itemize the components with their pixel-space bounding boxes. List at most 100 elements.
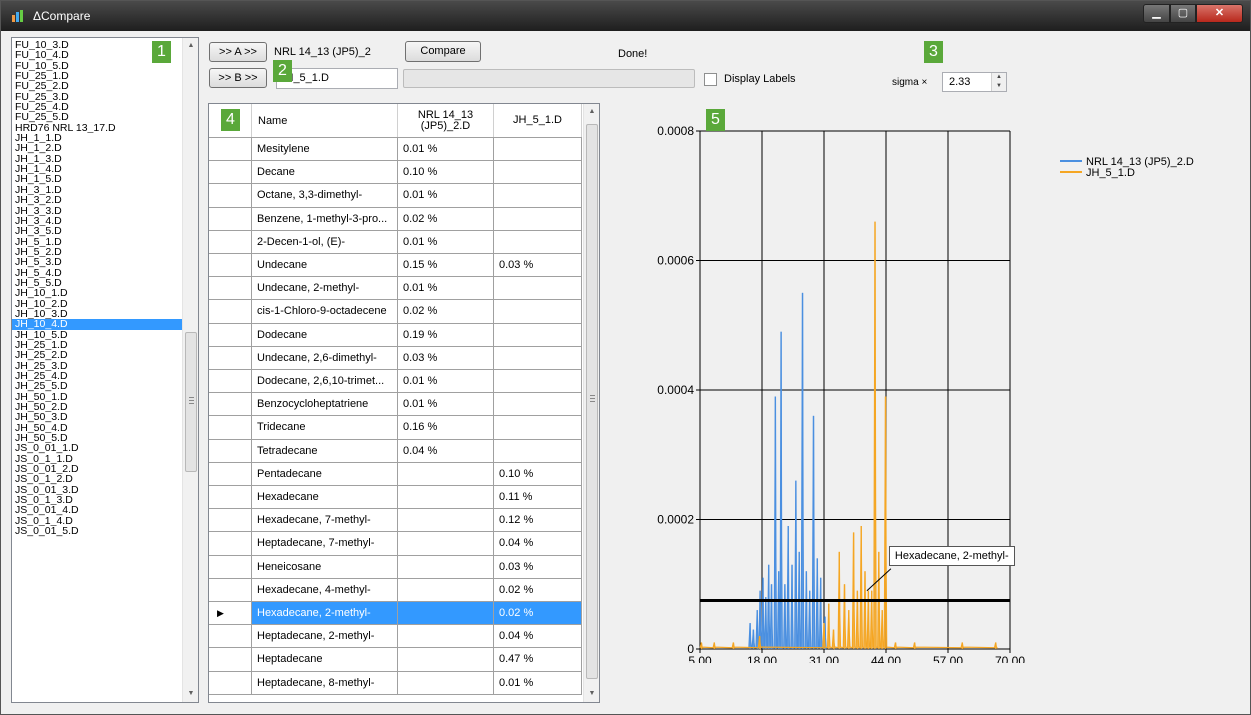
cell-name[interactable]: Pentadecane <box>252 462 398 486</box>
file-list-item[interactable]: JH_3_3.D <box>12 206 184 216</box>
table-row[interactable]: 2-Decen-1-ol, (E)- 0.01 % <box>209 230 582 254</box>
b-value-field[interactable]: JH_5_1.D <box>276 68 398 89</box>
file-list-item[interactable]: JS_0_01_5.D <box>12 526 184 536</box>
file-list-item[interactable]: JH_25_3.D <box>12 361 184 371</box>
cell-b-value[interactable]: 0.03 % <box>494 555 582 579</box>
file-list-item[interactable]: FU_25_4.D <box>12 102 184 112</box>
cell-b-value[interactable]: 0.11 % <box>494 486 582 510</box>
cell-name[interactable]: cis-1-Chloro-9-octadecene <box>252 300 398 324</box>
row-header[interactable] <box>209 509 252 533</box>
cell-name[interactable]: Octane, 3,3-dimethyl- <box>252 184 398 208</box>
table-row[interactable]: Undecane, 2,6-dimethyl- 0.03 % <box>209 346 582 370</box>
row-header[interactable] <box>209 671 252 695</box>
sigma-spin-buttons[interactable]: ▲ ▼ <box>991 73 1006 91</box>
cell-b-value[interactable] <box>494 207 582 231</box>
scroll-up-arrow-icon[interactable]: ▲ <box>183 38 198 54</box>
cell-a-value[interactable]: 0.01 % <box>398 370 494 394</box>
file-list-item[interactable]: JH_50_2.D <box>12 402 184 412</box>
file-listbox[interactable]: FU_10_3.D FU_10_4.D FU_10_5.D FU_25_1.D FU_2… <box>11 37 199 703</box>
table-row[interactable]: Decane 0.10 % <box>209 161 582 185</box>
cell-name[interactable]: Tridecane <box>252 416 398 440</box>
row-header[interactable] <box>209 462 252 486</box>
row-header[interactable]: ▶ <box>209 602 252 626</box>
cell-b-value[interactable]: 0.03 % <box>494 254 582 278</box>
cell-name[interactable]: Hexadecane, 7-methyl- <box>252 509 398 533</box>
row-header[interactable] <box>209 439 252 463</box>
row-header[interactable] <box>209 486 252 510</box>
cell-name[interactable]: Undecane, 2-methyl- <box>252 277 398 301</box>
spin-up-icon[interactable]: ▲ <box>992 73 1006 82</box>
sigma-value[interactable]: 2.33 <box>949 76 970 88</box>
cell-a-value[interactable]: 0.02 % <box>398 207 494 231</box>
cell-b-value[interactable]: 0.01 % <box>494 671 582 695</box>
cell-a-value[interactable] <box>398 486 494 510</box>
file-list-item[interactable]: JH_10_5.D <box>12 330 184 340</box>
row-header[interactable] <box>209 346 252 370</box>
file-list-item[interactable]: JH_3_4.D <box>12 216 184 226</box>
display-labels-checkbox[interactable] <box>704 73 717 86</box>
row-header[interactable] <box>209 532 252 556</box>
table-row[interactable]: Heptadecane, 7-methyl- 0.04 % <box>209 532 582 556</box>
cell-a-value[interactable] <box>398 671 494 695</box>
cell-b-value[interactable] <box>494 161 582 185</box>
file-list-item[interactable]: FU_25_1.D <box>12 71 184 81</box>
cell-a-value[interactable] <box>398 578 494 602</box>
row-header[interactable] <box>209 625 252 649</box>
file-list-item[interactable]: JH_50_4.D <box>12 423 184 433</box>
grid-scrollbar[interactable]: ▲ ▼ <box>583 104 599 702</box>
table-row[interactable]: Benzene, 1-methyl-3-pro... 0.02 % <box>209 207 582 231</box>
cell-name[interactable]: Dodecane <box>252 323 398 347</box>
file-list-scrollbar[interactable]: ▲ ▼ <box>182 38 198 702</box>
compound-grid[interactable]: Name NRL 14_13 (JP5)_2.D JH_5_1.D Mesity… <box>208 103 600 703</box>
file-list-item[interactable]: JS_0_1_1.D <box>12 454 184 464</box>
table-row[interactable]: ▶ Hexadecane, 2-methyl- 0.02 % <box>209 602 582 626</box>
cell-b-value[interactable] <box>494 230 582 254</box>
row-header[interactable] <box>209 578 252 602</box>
cell-b-value[interactable]: 0.04 % <box>494 625 582 649</box>
cell-a-value[interactable] <box>398 625 494 649</box>
table-row[interactable]: Hexadecane 0.11 % <box>209 486 582 510</box>
cell-b-value[interactable] <box>494 138 582 162</box>
set-b-button[interactable]: >> B >> <box>209 68 267 88</box>
column-header-b[interactable]: JH_5_1.D <box>494 104 582 137</box>
file-list-item[interactable]: JH_5_2.D <box>12 247 184 257</box>
cell-name[interactable]: Hexadecane <box>252 486 398 510</box>
grid-scroll-down-icon[interactable]: ▼ <box>584 686 599 702</box>
cell-a-value[interactable] <box>398 509 494 533</box>
file-list-item[interactable]: JS_0_01_2.D <box>12 464 184 474</box>
cell-b-value[interactable] <box>494 416 582 440</box>
set-a-button[interactable]: >> A >> <box>209 42 267 62</box>
row-header[interactable] <box>209 393 252 417</box>
row-header[interactable] <box>209 648 252 672</box>
cell-name[interactable]: Heneicosane <box>252 555 398 579</box>
cell-a-value[interactable]: 0.01 % <box>398 184 494 208</box>
cell-name[interactable]: Hexadecane, 2-methyl- <box>252 602 398 626</box>
cell-b-value[interactable]: 0.47 % <box>494 648 582 672</box>
file-list-item[interactable]: JH_10_4.D <box>12 319 184 330</box>
cell-name[interactable]: Decane <box>252 161 398 185</box>
cell-a-value[interactable]: 0.04 % <box>398 439 494 463</box>
cell-b-value[interactable]: 0.04 % <box>494 532 582 556</box>
table-row[interactable]: Undecane 0.15 % 0.03 % <box>209 254 582 278</box>
cell-name[interactable]: Dodecane, 2,6,10-trimet... <box>252 370 398 394</box>
cell-a-value[interactable]: 0.01 % <box>398 277 494 301</box>
row-header[interactable] <box>209 277 252 301</box>
table-row[interactable]: Dodecane 0.19 % <box>209 323 582 347</box>
cell-b-value[interactable]: 0.02 % <box>494 578 582 602</box>
cell-name[interactable]: Tetradecane <box>252 439 398 463</box>
file-list-item[interactable]: JH_50_5.D <box>12 433 184 443</box>
cell-b-value[interactable] <box>494 439 582 463</box>
file-list-item[interactable]: JS_0_1_4.D <box>12 516 184 526</box>
cell-b-value[interactable]: 0.10 % <box>494 462 582 486</box>
table-row[interactable]: Pentadecane 0.10 % <box>209 462 582 486</box>
column-header-name[interactable]: Name <box>252 104 398 137</box>
cell-a-value[interactable] <box>398 602 494 626</box>
cell-a-value[interactable]: 0.03 % <box>398 346 494 370</box>
file-list-item[interactable]: JS_0_01_4.D <box>12 505 184 515</box>
file-list-item[interactable]: FU_25_5.D <box>12 112 184 122</box>
file-list-item[interactable]: JH_25_1.D <box>12 340 184 350</box>
table-row[interactable]: Dodecane, 2,6,10-trimet... 0.01 % <box>209 370 582 394</box>
file-list-item[interactable]: JH_5_1.D <box>12 237 184 247</box>
chromatogram-chart[interactable]: 5.00 18.00 31.00 44.00 57.00 70.0000.00020.00… <box>612 103 1232 663</box>
table-row[interactable]: Tetradecane 0.04 % <box>209 439 582 463</box>
